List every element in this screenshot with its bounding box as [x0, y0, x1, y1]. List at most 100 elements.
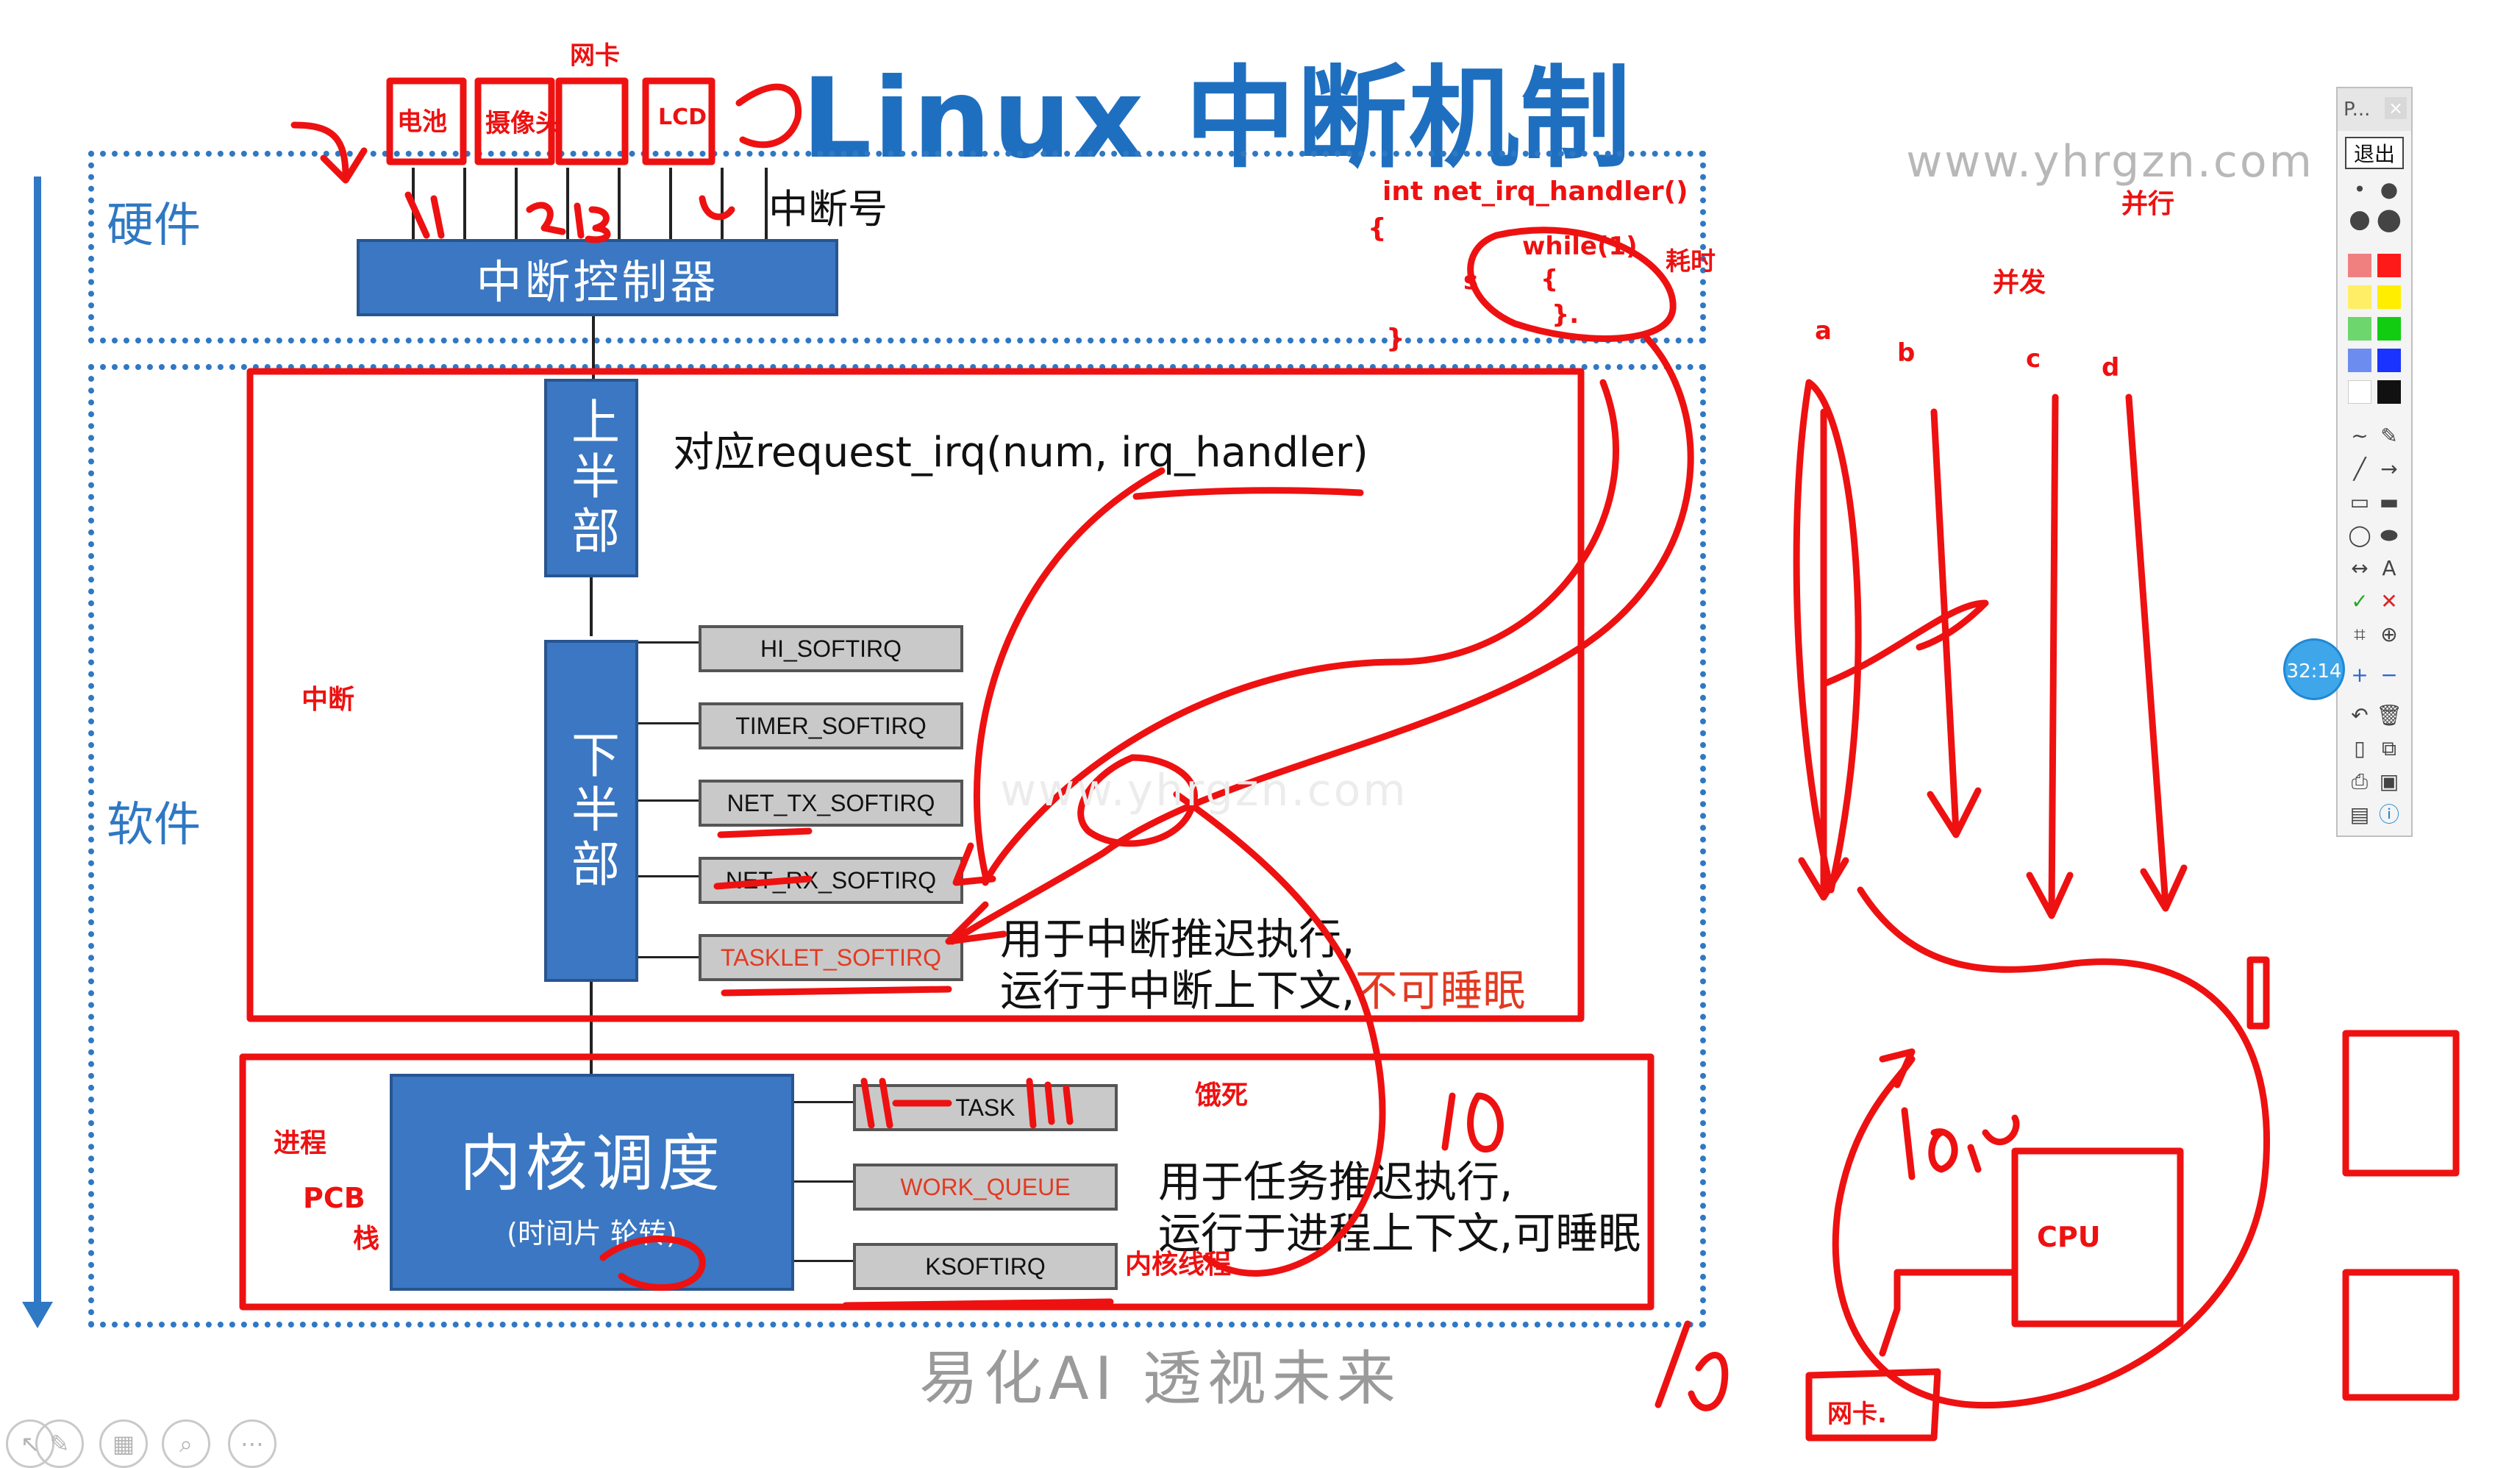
label-pcb: PCB	[303, 1182, 365, 1214]
save-icon[interactable]: ▣	[2376, 769, 2402, 795]
annotation-stroke	[860, 1077, 1074, 1129]
big-loop	[973, 467, 1386, 1277]
arrow-icon[interactable]: →	[2376, 456, 2402, 482]
code-while: while(1)	[1522, 232, 1638, 261]
underline	[713, 827, 813, 890]
label-d: d	[2102, 353, 2120, 382]
arrow-b-zigzag	[1820, 599, 1989, 688]
label-haoshi: 耗时	[1666, 247, 1716, 277]
label-b: b	[1897, 338, 1916, 368]
zoom-icon[interactable]: ⊕	[2376, 621, 2402, 648]
screenshot-icon[interactable]: ▤	[2346, 802, 2373, 828]
code-brace-open: {	[1368, 213, 1387, 243]
annotation-stroke	[735, 83, 802, 149]
annotation-stroke	[404, 191, 445, 239]
check-icon[interactable]: ✓	[2346, 588, 2373, 615]
label-wangka-bottom: 网卡.	[1827, 1400, 1887, 1429]
label-lcd: LCD	[658, 104, 707, 130]
code-line1: int net_irq_handler()	[1382, 177, 1688, 207]
annotation-stroke	[1441, 1092, 1504, 1152]
annotation-stroke	[1901, 1107, 2020, 1180]
freehand-icon[interactable]: ∼	[2346, 423, 2373, 449]
filled-ellipse-icon[interactable]: ⬬	[2376, 522, 2402, 549]
timer-badge[interactable]: 32:14	[2283, 638, 2345, 700]
plus-icon[interactable]: +	[2346, 662, 2373, 688]
cpu-loop	[1832, 886, 2271, 1409]
annotation-stroke	[1879, 1048, 1916, 1088]
close-icon[interactable]: ×	[2385, 97, 2407, 119]
code-brace-close: }	[1386, 324, 1405, 354]
rectangle-icon[interactable]: ▭	[2346, 489, 2373, 516]
more-options-icon[interactable]: ⋯	[228, 1419, 276, 1468]
medium-dot-icon[interactable]: ●	[2376, 177, 2402, 203]
color-swatch-yellow[interactable]	[2377, 285, 2401, 309]
label-camera: 摄像头	[485, 109, 560, 138]
print-icon[interactable]: ⎙	[2346, 769, 2373, 795]
line-icon[interactable]: ╱	[2346, 456, 2373, 482]
color-swatch-black[interactable]	[2377, 380, 2401, 404]
annotation-stroke	[526, 202, 566, 235]
info-icon[interactable]: ⓘ	[2376, 802, 2402, 828]
label-bingxing: 并行	[2121, 189, 2175, 219]
color-swatch-pink[interactable]	[2348, 254, 2371, 277]
annotation-stroke	[699, 195, 735, 221]
label-jincheng: 进程	[274, 1128, 327, 1158]
annotation-stroke	[1879, 1269, 2019, 1357]
annotation-toolbar: P... × 退出 • ● ● ● ∼ ✎ ╱ → ▭ ▬ ◯ ⬬ ↔ A ✓ …	[2336, 87, 2413, 837]
minus-icon[interactable]: −	[2376, 662, 2402, 688]
label-battery: 电池	[397, 107, 447, 137]
slides-grid-icon[interactable]: ▦	[99, 1419, 148, 1468]
color-swatch-blue[interactable]	[2377, 349, 2401, 372]
arrow-d	[2125, 393, 2188, 912]
color-swatch-green[interactable]	[2377, 317, 2401, 341]
label-zhan: 栈	[353, 1224, 380, 1254]
right-mark	[2246, 956, 2270, 1030]
annotation-stroke	[1655, 1320, 1729, 1411]
concurrency-a	[1793, 379, 1862, 894]
filled-rectangle-icon[interactable]: ▬	[2376, 489, 2402, 516]
label-c: c	[2026, 344, 2041, 374]
arrow-c	[2026, 393, 2074, 919]
annotation-stroke	[599, 1236, 706, 1291]
label-wangka-top: 网卡	[570, 41, 620, 71]
copy-icon[interactable]: ⧉	[2376, 735, 2402, 762]
large-dot-icon[interactable]: ●	[2346, 206, 2373, 232]
label-cpu: CPU	[2037, 1221, 2101, 1253]
undo-icon[interactable]: ↶	[2346, 702, 2373, 729]
small-dot-icon[interactable]: •	[2346, 177, 2373, 203]
xlarge-dot-icon[interactable]: ●	[2376, 204, 2402, 234]
label-neihe-xiancheng: 内核线程	[1125, 1250, 1232, 1280]
text-icon[interactable]: A	[2376, 555, 2402, 582]
code-inner-open: {	[1541, 265, 1559, 294]
device-arrow	[290, 121, 368, 184]
netcard-box	[555, 77, 629, 165]
center-watermark: www.yhrgzn.com	[1000, 765, 1408, 816]
label-bingfa: 并发	[1993, 268, 2046, 298]
exit-button[interactable]: 退出	[2345, 137, 2404, 169]
ellipse-icon[interactable]: ◯	[2346, 522, 2373, 549]
double-arrow-icon[interactable]: ↔	[2346, 555, 2373, 582]
arrow-a	[1798, 408, 1849, 901]
color-swatch-lightblue[interactable]	[2348, 349, 2371, 372]
right-box-1	[2342, 1030, 2460, 1177]
pen-tool-icon[interactable]: ✎	[35, 1419, 84, 1468]
process-red-rect	[239, 1053, 1655, 1311]
underline	[721, 986, 952, 997]
cross-icon[interactable]: ✕	[2376, 588, 2402, 615]
annotation-stroke	[574, 202, 611, 243]
color-swatch-lightyellow[interactable]	[2348, 285, 2371, 309]
color-swatch-white[interactable]	[2348, 380, 2371, 404]
label-zhongduan: 中断	[301, 685, 355, 715]
right-box-2	[2342, 1269, 2460, 1401]
color-swatch-red[interactable]	[2377, 254, 2401, 277]
interrupt-red-rect	[246, 368, 1585, 1022]
underline	[1132, 487, 1364, 500]
color-swatch-lightgreen[interactable]	[2348, 317, 2371, 341]
label-a: a	[1815, 316, 1832, 346]
new-page-icon[interactable]: ▯	[2346, 735, 2373, 762]
crop-icon[interactable]: ⌗	[2346, 621, 2373, 648]
zoom-slide-icon[interactable]: ⌕	[162, 1419, 210, 1468]
underline	[842, 1298, 1114, 1309]
trash-icon[interactable]: 🗑	[2376, 702, 2402, 729]
eraser-icon[interactable]: ✎	[2376, 423, 2402, 449]
